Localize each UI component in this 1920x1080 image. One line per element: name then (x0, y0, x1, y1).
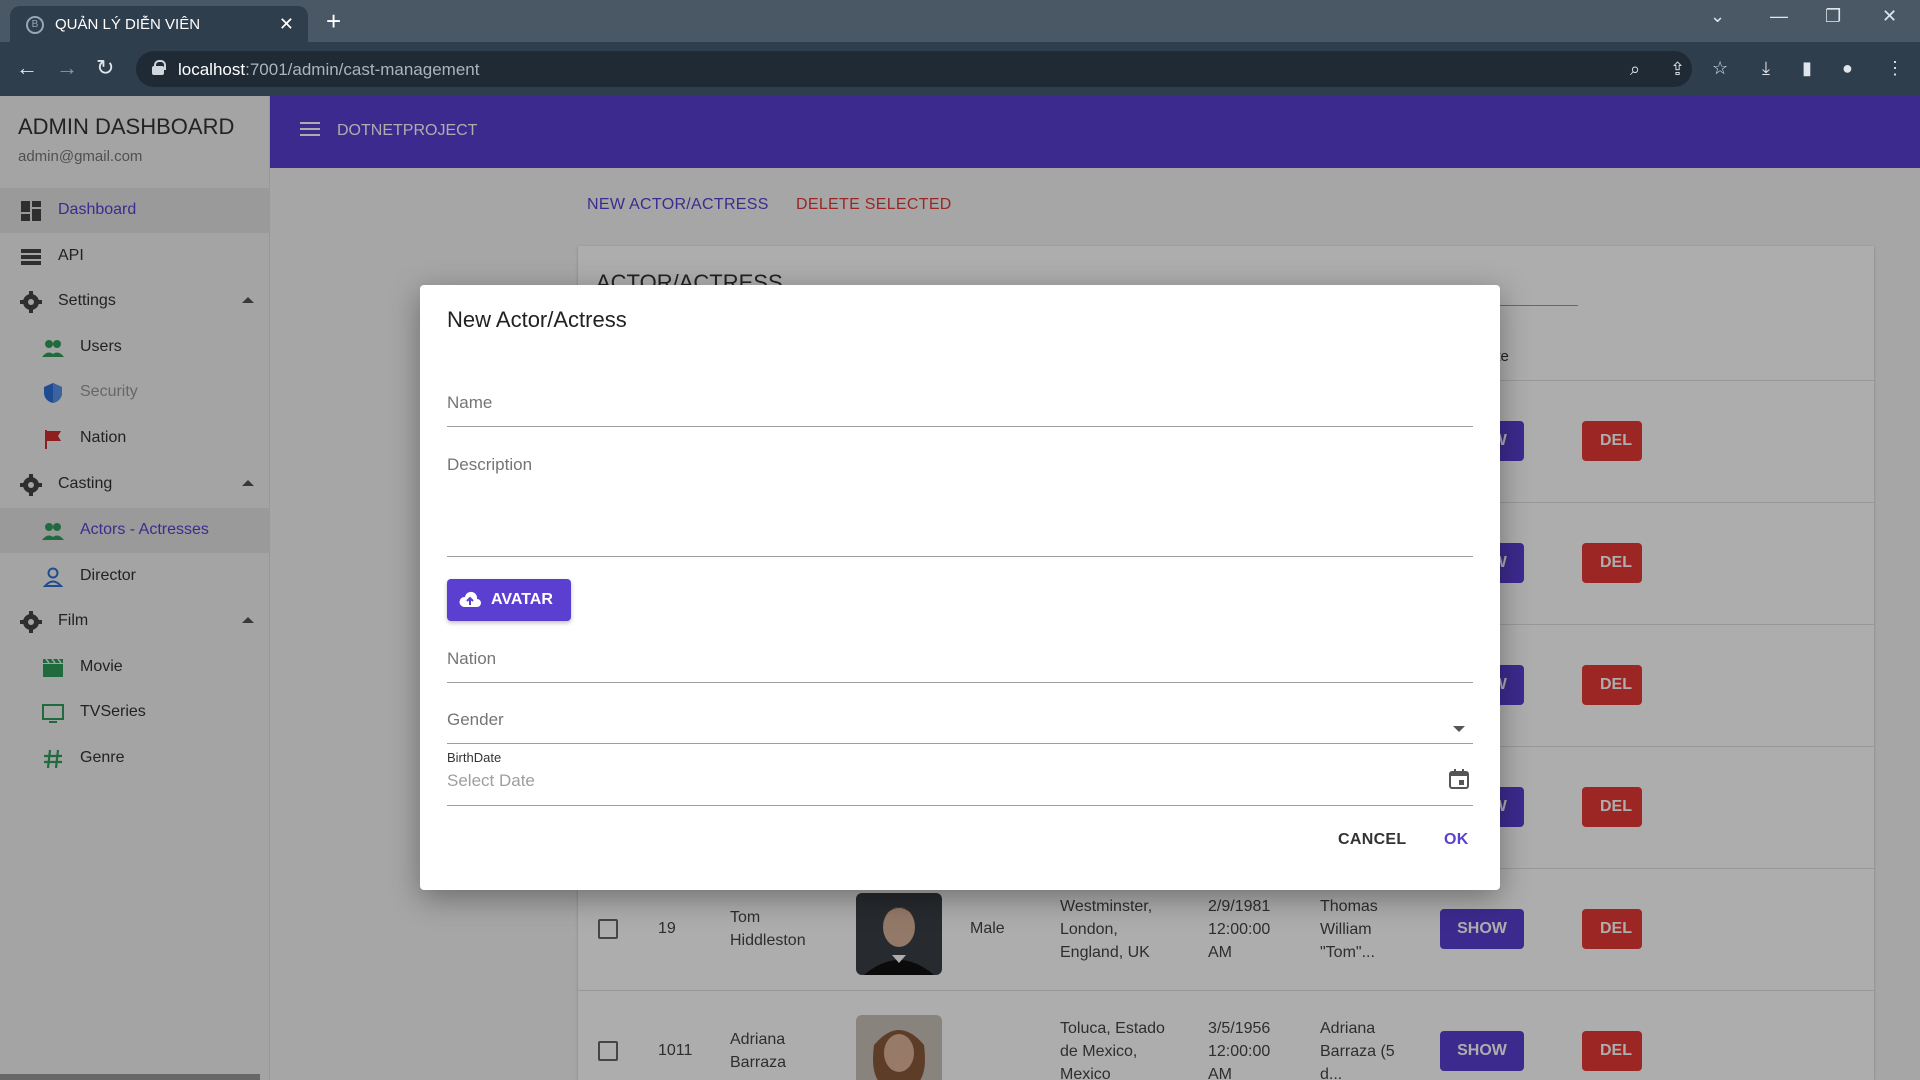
address-bar[interactable]: localhost:7001/admin/cast-management ⌕ ⇪ (136, 51, 1692, 87)
birthdate-label: BirthDate (447, 750, 502, 765)
birthdate-field[interactable]: Select Date (447, 769, 1473, 806)
close-window-icon[interactable]: ✕ (1882, 6, 1897, 27)
sidepanel-icon[interactable]: ▮ (1802, 58, 1812, 79)
nation-placeholder: Nation (447, 649, 497, 668)
lock-icon (152, 60, 166, 75)
browser-toolbar: ← → ↻ localhost:7001/admin/cast-manageme… (0, 42, 1920, 96)
minimize-icon[interactable]: — (1770, 6, 1788, 27)
share-icon[interactable]: ⇪ (1670, 59, 1685, 80)
new-tab-button[interactable]: + (326, 8, 341, 34)
name-placeholder: Name (447, 393, 493, 412)
new-actor-dialog: New Actor/Actress Name Description AVATA… (420, 285, 1500, 890)
dropdown-arrow-icon (1453, 726, 1465, 732)
calendar-icon[interactable] (1447, 767, 1471, 791)
more-icon[interactable]: ⋮ (1886, 58, 1904, 79)
nation-field[interactable]: Nation (447, 649, 1473, 683)
restore-icon[interactable]: ❐ (1825, 6, 1841, 27)
forward-icon[interactable]: → (56, 56, 78, 80)
cancel-button[interactable]: CANCEL (1338, 831, 1406, 849)
reload-icon[interactable]: ↻ (96, 56, 114, 80)
description-placeholder: Description (447, 455, 533, 474)
download-icon[interactable]: ⤓ (1762, 58, 1770, 79)
description-field[interactable]: Description (447, 455, 1473, 557)
back-icon[interactable]: ← (16, 56, 38, 80)
zoom-icon[interactable]: ⌕ (1630, 59, 1640, 80)
browser-tab[interactable]: B QUẢN LÝ DIỄN VIÊN ✕ (10, 6, 308, 42)
dialog-title: New Actor/Actress (447, 307, 627, 332)
profile-icon[interactable]: ● (1842, 58, 1853, 79)
browser-tabbar: B QUẢN LÝ DIỄN VIÊN ✕ + ⌄ — ❐ ✕ (0, 0, 1920, 42)
tab-title: QUẢN LÝ DIỄN VIÊN (55, 16, 201, 33)
gender-placeholder: Gender (447, 710, 504, 729)
url-text: localhost:7001/admin/cast-management (178, 60, 480, 79)
tab-search-icon[interactable]: ⌄ (1710, 6, 1725, 27)
gender-select[interactable]: Gender (447, 710, 1473, 744)
avatar-button-label: AVATAR (491, 591, 553, 608)
avatar-upload-button[interactable]: AVATAR (447, 579, 571, 621)
tab-close-icon[interactable]: ✕ (279, 14, 294, 35)
name-field[interactable]: Name (447, 393, 1473, 427)
birthdate-placeholder: Select Date (447, 771, 535, 790)
ok-button[interactable]: OK (1444, 831, 1469, 849)
cloud-upload-icon (459, 591, 481, 607)
favicon-icon: B (26, 16, 44, 34)
star-icon[interactable]: ☆ (1712, 58, 1728, 79)
